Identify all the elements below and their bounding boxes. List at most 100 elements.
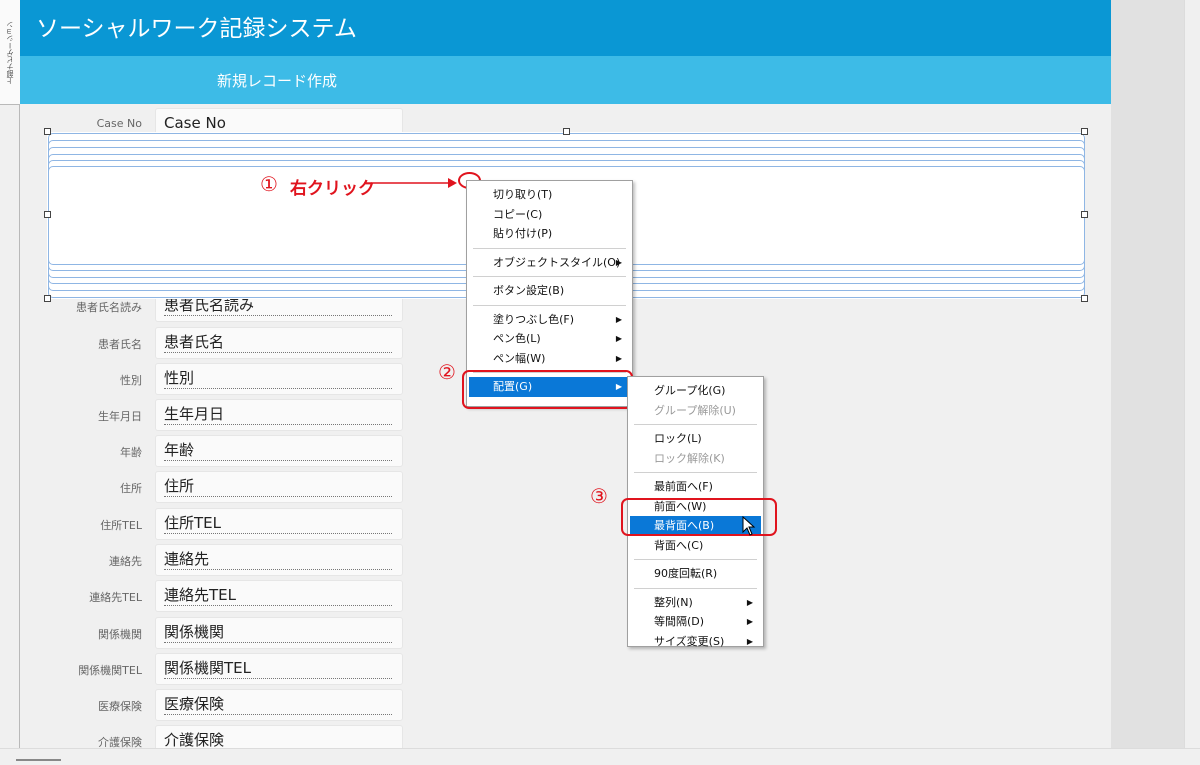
field-value: 住所: [164, 476, 392, 497]
field-value: 生年月日: [164, 404, 392, 425]
submenu-arrow-icon: ▶: [746, 636, 753, 646]
menu-item-label: ペン幅(W): [493, 351, 546, 365]
scrollbar-thumb[interactable]: [16, 759, 61, 761]
field-label: 住所: [120, 482, 142, 495]
submenu-arrow-icon: ▶: [746, 617, 753, 626]
field-input[interactable]: 医療保険: [155, 689, 403, 721]
menu-item-ungroup[interactable]: グループ解除(U): [630, 401, 761, 421]
menu-item-distribute[interactable]: 等間隔(D) ▶: [630, 612, 761, 632]
field-value: 患者氏名: [164, 332, 392, 353]
field-contact-tel: 連絡先TEL 連絡先TEL: [40, 580, 410, 612]
step-1-label: 右クリック: [290, 179, 375, 199]
step-3-number: ③: [590, 484, 608, 508]
field-patient-name: 患者氏名 患者氏名: [40, 327, 410, 359]
form-subtitle-bar: 新規レコード作成: [20, 56, 1111, 104]
field-contact: 連絡先 連絡先: [40, 544, 410, 576]
menu-item-button-settings[interactable]: ボタン設定(B): [469, 281, 630, 301]
menu-item-rotate-90[interactable]: 90度回転(R): [630, 564, 761, 584]
menu-separator: [634, 424, 757, 425]
field-value: 年齢: [164, 440, 392, 461]
resize-handle[interactable]: [44, 295, 51, 302]
app-title: ソーシャルワーク記録システム: [36, 16, 357, 42]
canvas-margin: [1111, 0, 1184, 748]
field-input[interactable]: 年齢: [155, 435, 403, 467]
field-medical-insurance: 医療保険 医療保険: [40, 689, 410, 721]
menu-item-lock[interactable]: ロック(L): [630, 429, 761, 449]
menu-item-resize[interactable]: サイズ変更(S) ▶: [630, 632, 761, 652]
resize-handle[interactable]: [1081, 128, 1088, 135]
menu-item-pen-color[interactable]: ペン色(L) ▶: [469, 329, 630, 349]
menu-separator: [634, 587, 757, 589]
resize-handle[interactable]: [1081, 295, 1088, 302]
field-related-org: 関係機関 関係機関: [40, 617, 410, 649]
field-input[interactable]: 患者氏名: [155, 327, 403, 359]
nav-tab-top-navigation[interactable]: 上部ナビゲーション: [0, 0, 20, 105]
field-input[interactable]: 連絡先TEL: [155, 580, 403, 612]
field-label: 患者氏名読み: [76, 301, 142, 314]
field-input[interactable]: 住所: [155, 471, 403, 503]
submenu-arrow-icon: ▶: [615, 257, 622, 267]
field-input[interactable]: 関係機関TEL: [155, 653, 403, 685]
field-label: 関係機関TEL: [78, 664, 142, 677]
field-label: Case No: [96, 117, 142, 130]
field-input[interactable]: 連絡先: [155, 544, 403, 576]
field-value: 関係機関: [164, 622, 392, 643]
menu-item-group[interactable]: グループ化(G): [630, 381, 761, 401]
horizontal-scrollbar[interactable]: [0, 748, 1200, 765]
field-label: 住所TEL: [100, 519, 142, 532]
submenu-arrow-icon: ▶: [615, 334, 622, 343]
submenu-arrow-icon: ▶: [615, 353, 622, 363]
form-subtitle: 新規レコード作成: [217, 72, 338, 90]
navigation-strip: 上部ナビゲーション: [0, 0, 20, 748]
menu-item-unlock[interactable]: ロック解除(K): [630, 449, 761, 469]
field-value: Case No: [164, 113, 392, 134]
field-input[interactable]: 性別: [155, 363, 403, 395]
menu-item-label: 塗りつぶし色(F): [493, 312, 575, 326]
resize-handle[interactable]: [44, 211, 51, 218]
resize-handle[interactable]: [1081, 211, 1088, 218]
menu-separator: [473, 276, 626, 277]
menu-item-label: 等間隔(D): [654, 615, 705, 628]
field-label: 年齢: [120, 446, 142, 459]
menu-separator: [473, 247, 626, 249]
mouse-pointer-icon: [742, 516, 756, 536]
menu-item-pen-width[interactable]: ペン幅(W) ▶: [469, 349, 630, 369]
menu-item-fill-color[interactable]: 塗りつぶし色(F) ▶: [469, 310, 630, 330]
field-address-tel: 住所TEL 住所TEL: [40, 508, 410, 540]
field-gender: 性別 性別: [40, 363, 410, 395]
menu-item-label: 整列(N): [654, 595, 693, 609]
field-label: 関係機関: [98, 628, 142, 641]
submenu-arrow-icon: ▶: [615, 314, 622, 324]
field-birth-date: 生年月日 生年月日: [40, 399, 410, 431]
menu-item-paste[interactable]: 貼り付け(P): [469, 224, 630, 244]
submenu-arrow-icon: ▶: [746, 597, 753, 607]
field-value: 住所TEL: [164, 513, 392, 534]
field-input[interactable]: 生年月日: [155, 399, 403, 431]
field-value: 連絡先TEL: [164, 585, 392, 606]
menu-item-align[interactable]: 整列(N) ▶: [630, 593, 761, 613]
field-age: 年齢 年齢: [40, 435, 410, 467]
step-2-highlight: [462, 370, 633, 409]
annotation-arrow-icon: [364, 178, 457, 188]
menu-item-copy[interactable]: コピー(C): [469, 205, 630, 225]
field-label: 医療保険: [98, 700, 142, 713]
resize-handle[interactable]: [563, 128, 570, 135]
menu-item-label: ペン色(L): [493, 332, 541, 345]
vertical-scrollbar[interactable]: [1184, 0, 1200, 748]
menu-separator: [634, 472, 757, 473]
field-input[interactable]: 住所TEL: [155, 508, 403, 540]
field-label: 患者氏名: [98, 338, 142, 351]
field-value: 性別: [164, 368, 392, 389]
field-input[interactable]: 関係機関: [155, 617, 403, 649]
menu-separator: [473, 304, 626, 306]
menu-item-cut[interactable]: 切り取り(T): [469, 185, 630, 205]
step-1-number: ①: [260, 172, 278, 196]
nav-tab-label: 上部ナビゲーション: [6, 20, 14, 84]
field-address: 住所 住所: [40, 471, 410, 503]
resize-handle[interactable]: [44, 128, 51, 135]
field-value: 医療保険: [164, 694, 392, 715]
menu-item-send-backward[interactable]: 背面へ(C): [630, 536, 761, 556]
menu-item-object-style[interactable]: オブジェクトスタイル(O) ▶: [469, 253, 630, 273]
field-related-org-tel: 関係機関TEL 関係機関TEL: [40, 653, 410, 685]
menu-item-bring-to-front[interactable]: 最前面へ(F): [630, 477, 761, 497]
